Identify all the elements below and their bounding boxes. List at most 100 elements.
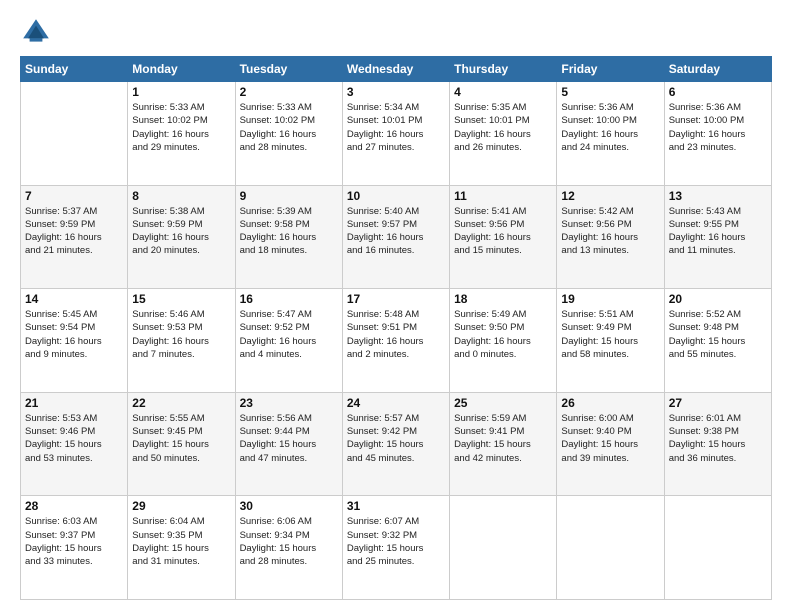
day-info: Sunrise: 5:35 AMSunset: 10:01 PMDaylight… [454, 101, 552, 154]
day-number: 19 [561, 292, 659, 306]
calendar-day-header: Tuesday [235, 57, 342, 82]
calendar-cell: 23 Sunrise: 5:56 AMSunset: 9:44 PMDayligh… [235, 392, 342, 496]
day-info: Sunrise: 5:33 AMSunset: 10:02 PMDaylight… [240, 101, 338, 154]
calendar-cell: 12Sunrise: 5:42 AMSunset: 9:56 PMDayligh… [557, 185, 664, 289]
calendar-day-header: Sunday [21, 57, 128, 82]
calendar-cell: 17 Sunrise: 5:48 AMSunset: 9:51 PMDayligh… [342, 289, 449, 393]
calendar-cell: 8Sunrise: 5:38 AMSunset: 9:59 PMDaylight… [128, 185, 235, 289]
day-number: 8 [132, 189, 230, 203]
calendar-cell: 26 Sunrise: 6:00 AMSunset: 9:40 PMDayligh… [557, 392, 664, 496]
calendar-cell [664, 496, 771, 600]
day-number: 6 [669, 85, 767, 99]
calendar-cell: 11 Sunrise: 5:41 AMSunset: 9:56 PMDayligh… [450, 185, 557, 289]
calendar-day-header: Thursday [450, 57, 557, 82]
day-number: 9 [240, 189, 338, 203]
day-number: 24 [347, 396, 445, 410]
day-number: 22 [132, 396, 230, 410]
day-info: Sunrise: 5:46 AMSunset: 9:53 PMDaylight:… [132, 308, 230, 361]
page: SundayMondayTuesdayWednesdayThursdayFrid… [0, 0, 792, 612]
day-info: Sunrise: 6:07 AMSunset: 9:32 PMDaylight:… [347, 515, 445, 568]
day-info: Sunrise: 5:43 AMSunset: 9:55 PMDaylight:… [669, 205, 767, 258]
calendar-cell: 13 Sunrise: 5:43 AMSunset: 9:55 PMDayligh… [664, 185, 771, 289]
calendar-cell: 19 Sunrise: 5:51 AMSunset: 9:49 PMDayligh… [557, 289, 664, 393]
calendar-cell: 27 Sunrise: 6:01 AMSunset: 9:38 PMDayligh… [664, 392, 771, 496]
calendar-header-row: SundayMondayTuesdayWednesdayThursdayFrid… [21, 57, 772, 82]
day-info: Sunrise: 6:01 AMSunset: 9:38 PMDaylight:… [669, 412, 767, 465]
day-number: 13 [669, 189, 767, 203]
calendar-cell: 5 Sunrise: 5:36 AMSunset: 10:00 PMDayligh… [557, 82, 664, 186]
day-info: Sunrise: 5:49 AMSunset: 9:50 PMDaylight:… [454, 308, 552, 361]
day-number: 3 [347, 85, 445, 99]
calendar-day-header: Saturday [664, 57, 771, 82]
day-info: Sunrise: 5:40 AMSunset: 9:57 PMDaylight:… [347, 205, 445, 258]
calendar-week-row: 21 Sunrise: 5:53 AMSunset: 9:46 PMDayligh… [21, 392, 772, 496]
calendar-cell: 6 Sunrise: 5:36 AMSunset: 10:00 PMDayligh… [664, 82, 771, 186]
day-number: 21 [25, 396, 123, 410]
calendar-cell: 2 Sunrise: 5:33 AMSunset: 10:02 PMDayligh… [235, 82, 342, 186]
day-number: 18 [454, 292, 552, 306]
calendar-cell: 29Sunrise: 6:04 AMSunset: 9:35 PMDayligh… [128, 496, 235, 600]
calendar-cell: 9 Sunrise: 5:39 AMSunset: 9:58 PMDaylight… [235, 185, 342, 289]
calendar-cell: 1Sunrise: 5:33 AMSunset: 10:02 PMDayligh… [128, 82, 235, 186]
day-info: Sunrise: 5:56 AMSunset: 9:44 PMDaylight:… [240, 412, 338, 465]
day-info: Sunrise: 5:36 AMSunset: 10:00 PMDaylight… [669, 101, 767, 154]
calendar-cell: 14 Sunrise: 5:45 AMSunset: 9:54 PMDayligh… [21, 289, 128, 393]
day-number: 25 [454, 396, 552, 410]
day-number: 26 [561, 396, 659, 410]
calendar-cell: 21 Sunrise: 5:53 AMSunset: 9:46 PMDayligh… [21, 392, 128, 496]
day-number: 14 [25, 292, 123, 306]
calendar-cell: 3 Sunrise: 5:34 AMSunset: 10:01 PMDayligh… [342, 82, 449, 186]
day-info: Sunrise: 5:52 AMSunset: 9:48 PMDaylight:… [669, 308, 767, 361]
day-number: 27 [669, 396, 767, 410]
day-info: Sunrise: 5:53 AMSunset: 9:46 PMDaylight:… [25, 412, 123, 465]
day-info: Sunrise: 6:03 AMSunset: 9:37 PMDaylight:… [25, 515, 123, 568]
day-info: Sunrise: 5:57 AMSunset: 9:42 PMDaylight:… [347, 412, 445, 465]
day-number: 28 [25, 499, 123, 513]
day-number: 7 [25, 189, 123, 203]
day-number: 5 [561, 85, 659, 99]
calendar-cell: 31 Sunrise: 6:07 AMSunset: 9:32 PMDayligh… [342, 496, 449, 600]
day-info: Sunrise: 6:06 AMSunset: 9:34 PMDaylight:… [240, 515, 338, 568]
day-info: Sunrise: 5:48 AMSunset: 9:51 PMDaylight:… [347, 308, 445, 361]
day-number: 10 [347, 189, 445, 203]
calendar-cell: 24 Sunrise: 5:57 AMSunset: 9:42 PMDayligh… [342, 392, 449, 496]
day-info: Sunrise: 5:39 AMSunset: 9:58 PMDaylight:… [240, 205, 338, 258]
day-info: Sunrise: 5:41 AMSunset: 9:56 PMDaylight:… [454, 205, 552, 258]
day-number: 16 [240, 292, 338, 306]
logo-icon [20, 16, 52, 48]
day-number: 1 [132, 85, 230, 99]
calendar-day-header: Friday [557, 57, 664, 82]
calendar-cell: 25 Sunrise: 5:59 AMSunset: 9:41 PMDayligh… [450, 392, 557, 496]
day-number: 29 [132, 499, 230, 513]
calendar-week-row: 7Sunrise: 5:37 AMSunset: 9:59 PMDaylight… [21, 185, 772, 289]
day-number: 20 [669, 292, 767, 306]
calendar-cell [21, 82, 128, 186]
calendar-day-header: Monday [128, 57, 235, 82]
calendar-cell: 28 Sunrise: 6:03 AMSunset: 9:37 PMDayligh… [21, 496, 128, 600]
day-info: Sunrise: 5:45 AMSunset: 9:54 PMDaylight:… [25, 308, 123, 361]
day-info: Sunrise: 5:59 AMSunset: 9:41 PMDaylight:… [454, 412, 552, 465]
calendar-table: SundayMondayTuesdayWednesdayThursdayFrid… [20, 56, 772, 600]
day-info: Sunrise: 5:36 AMSunset: 10:00 PMDaylight… [561, 101, 659, 154]
day-number: 15 [132, 292, 230, 306]
day-number: 2 [240, 85, 338, 99]
calendar-week-row: 14 Sunrise: 5:45 AMSunset: 9:54 PMDayligh… [21, 289, 772, 393]
calendar-week-row: 1 Sunrise: 5:33 AMSunset: 10:02 PMDayligh… [21, 82, 772, 186]
day-number: 17 [347, 292, 445, 306]
calendar-cell: 30Sunrise: 6:06 AMSunset: 9:34 PMDayligh… [235, 496, 342, 600]
calendar-cell [450, 496, 557, 600]
calendar-cell: 22 Sunrise: 5:55 AMSunset: 9:45 PMDayligh… [128, 392, 235, 496]
calendar-cell: 16 Sunrise: 5:47 AMSunset: 9:52 PMDayligh… [235, 289, 342, 393]
day-number: 31 [347, 499, 445, 513]
day-number: 23 [240, 396, 338, 410]
day-info: Sunrise: 5:55 AMSunset: 9:45 PMDaylight:… [132, 412, 230, 465]
day-number: 12 [561, 189, 659, 203]
logo [20, 16, 56, 48]
day-info: Sunrise: 6:00 AMSunset: 9:40 PMDaylight:… [561, 412, 659, 465]
day-info: Sunrise: 5:51 AMSunset: 9:49 PMDaylight:… [561, 308, 659, 361]
day-number: 11 [454, 189, 552, 203]
day-info: Sunrise: 5:47 AMSunset: 9:52 PMDaylight:… [240, 308, 338, 361]
day-info: Sunrise: 5:34 AMSunset: 10:01 PMDaylight… [347, 101, 445, 154]
header [20, 16, 772, 48]
day-number: 4 [454, 85, 552, 99]
